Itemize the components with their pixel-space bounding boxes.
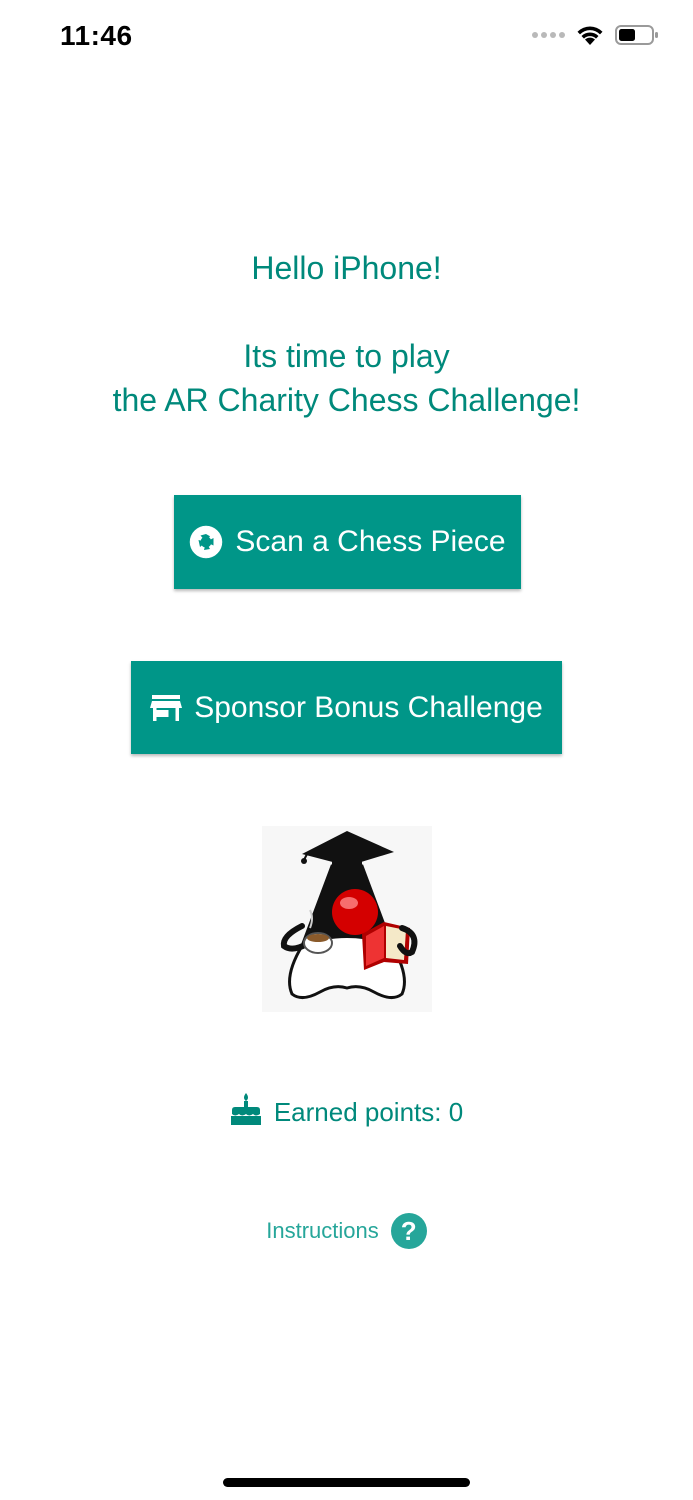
sponsor-button-label: Sponsor Bonus Challenge <box>194 690 543 724</box>
cake-icon <box>230 1092 262 1133</box>
cellular-signal-icon <box>532 32 565 38</box>
wifi-icon <box>577 26 603 45</box>
duke-mascot-image <box>262 826 432 1012</box>
greeting-line-1: Its time to play <box>243 338 450 374</box>
store-icon <box>150 694 183 722</box>
instructions-link[interactable]: Instructions ? <box>0 1213 693 1249</box>
camera-aperture-icon <box>189 525 223 559</box>
home-indicator[interactable] <box>223 1478 470 1487</box>
battery-icon <box>615 25 658 45</box>
help-circle-icon[interactable]: ? <box>390 1213 427 1249</box>
instructions-label: Instructions <box>266 1218 379 1243</box>
scan-chess-piece-button[interactable]: Scan a Chess Piece <box>174 495 521 589</box>
scan-button-label: Scan a Chess Piece <box>235 525 506 558</box>
greeting-line-2: the AR Charity Chess Challenge! <box>112 382 581 418</box>
earned-points: Earned points: 0 <box>0 1092 693 1133</box>
status-icons <box>532 24 659 46</box>
sponsor-bonus-challenge-button[interactable]: Sponsor Bonus Challenge <box>131 661 562 754</box>
greeting-hello: Hello iPhone! <box>251 250 442 286</box>
earned-points-label: Earned points: 0 <box>273 1097 464 1127</box>
status-time: 11:46 <box>60 20 133 51</box>
greeting-message: Its time to play the AR Charity Chess Ch… <box>0 334 693 422</box>
status-bar: 11:46 <box>0 0 693 80</box>
